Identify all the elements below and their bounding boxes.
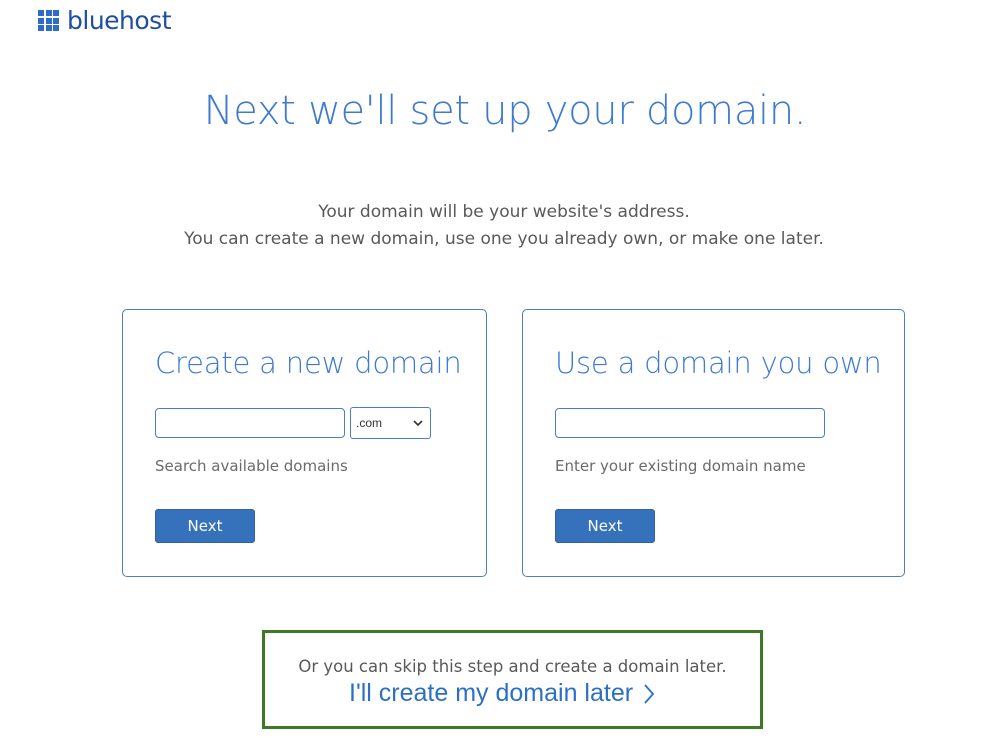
own-domain-next-button[interactable]: Next — [555, 509, 655, 543]
own-domain-helper: Enter your existing domain name — [555, 457, 806, 475]
intro-text: Your domain will be your website's addre… — [0, 199, 987, 253]
new-domain-input[interactable] — [155, 408, 345, 438]
tld-selected-value: .com — [356, 416, 383, 430]
tld-select[interactable]: .com — [350, 407, 431, 439]
own-domain-title: Use a domain you own — [555, 346, 882, 380]
new-domain-helper: Search available domains — [155, 457, 348, 475]
page: bluehost Next we'll set up your domain. … — [0, 0, 987, 738]
grid-logo-icon — [38, 10, 59, 31]
skip-text: Or you can skip this step and create a d… — [298, 657, 727, 676]
skip-section: Or you can skip this step and create a d… — [262, 630, 763, 729]
own-domain-card: Use a domain you own Enter your existing… — [522, 309, 905, 577]
chevron-down-icon — [413, 420, 423, 427]
brand-name: bluehost — [67, 6, 172, 35]
create-domain-later-label: I'll create my domain later — [349, 679, 634, 707]
brand-logo[interactable]: bluehost — [38, 6, 172, 35]
page-title: Next we'll set up your domain. — [203, 88, 807, 134]
chevron-right-icon — [644, 683, 655, 704]
new-domain-next-button[interactable]: Next — [155, 509, 255, 543]
own-domain-input[interactable] — [555, 408, 825, 438]
intro-line-1: Your domain will be your website's addre… — [318, 202, 690, 222]
new-domain-card: Create a new domain .com Search availabl… — [122, 309, 487, 577]
create-domain-later-link[interactable]: I'll create my domain later — [349, 679, 655, 708]
intro-line-2: You can create a new domain, use one you… — [184, 229, 824, 249]
new-domain-title: Create a new domain — [155, 346, 462, 380]
